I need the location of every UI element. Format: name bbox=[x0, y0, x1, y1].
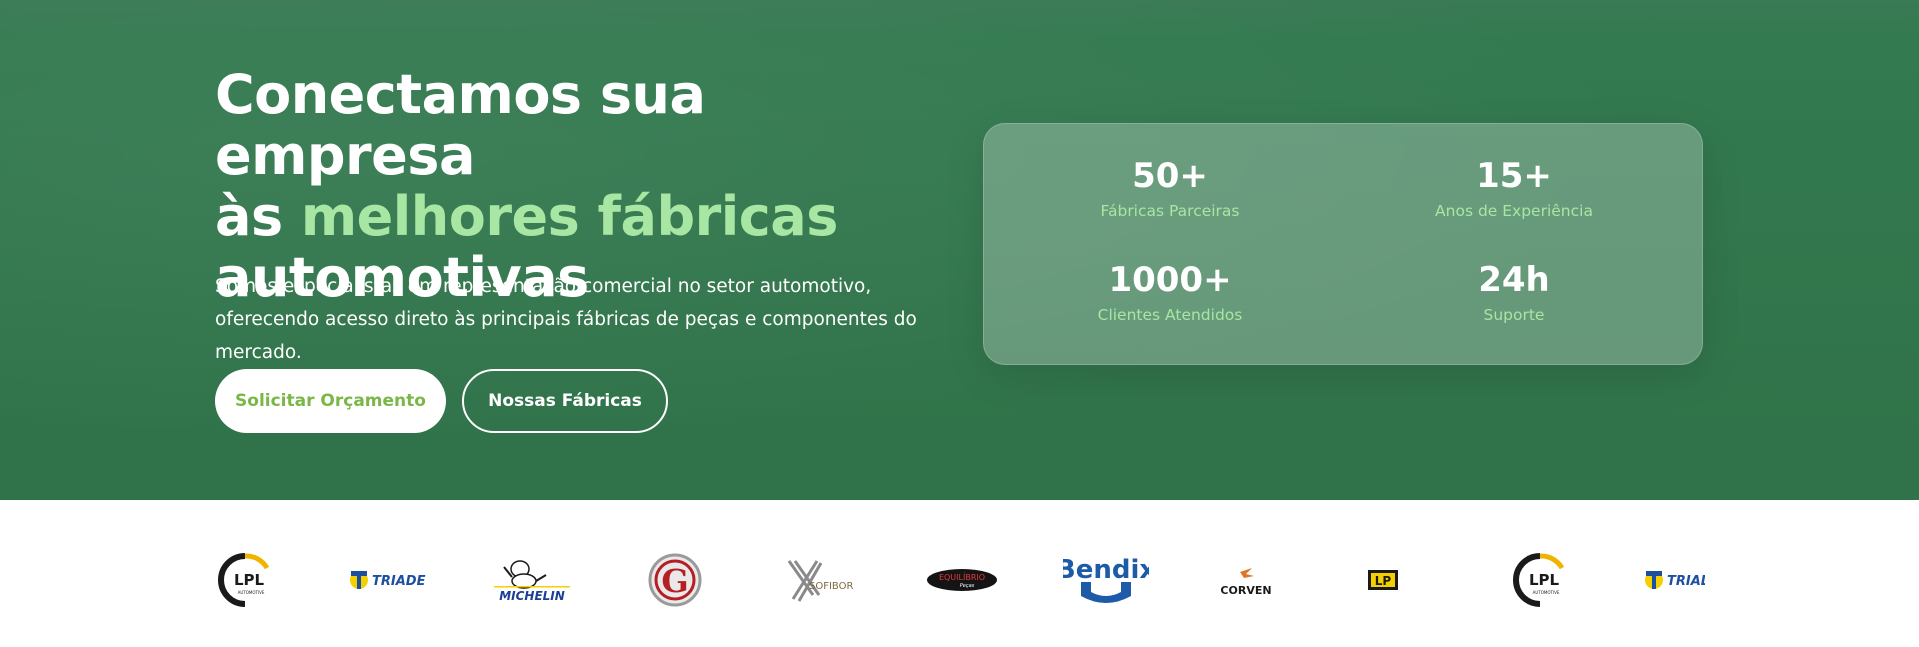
svg-text:SOFIBOR: SOFIBOR bbox=[809, 581, 853, 592]
hero-subtitle: Somos especialistas em representação com… bbox=[215, 276, 917, 363]
stat-value: 50+ bbox=[1132, 156, 1208, 196]
stat-label: Clientes Atendidos bbox=[1097, 306, 1243, 324]
our-factories-button[interactable]: Nossas Fábricas bbox=[462, 369, 668, 433]
svg-text:Peças: Peças bbox=[960, 583, 975, 589]
stat-value: 24h bbox=[1478, 260, 1550, 300]
svg-text:AUTOMOTIVE: AUTOMOTIVE bbox=[1533, 590, 1560, 595]
stat-label: Anos de Experiência bbox=[1435, 202, 1593, 220]
svg-text:LPL: LPL bbox=[234, 571, 265, 589]
svg-text:LPL: LPL bbox=[1529, 571, 1560, 589]
stat-factories: 50+ Fábricas Parceiras bbox=[1020, 156, 1320, 220]
headline-accent: melhores fábricas bbox=[300, 185, 838, 248]
svg-text:MICHELIN: MICHELIN bbox=[499, 589, 565, 603]
g-logo: G bbox=[642, 545, 708, 615]
corven-logo: CORVEN bbox=[1216, 545, 1276, 615]
stat-support: 24h Suporte bbox=[1364, 260, 1664, 324]
headline-line-1: Conectamos sua empresa bbox=[215, 63, 706, 187]
lpl-automotive-logo: LPL AUTOMOTIVE bbox=[215, 545, 275, 615]
stat-clients: 1000+ Clientes Atendidos bbox=[1020, 260, 1320, 324]
michelin-logo: MICHELIN bbox=[490, 545, 575, 615]
stat-value: 15+ bbox=[1476, 156, 1552, 196]
headline-prefix: às bbox=[215, 185, 301, 248]
sofibor-logo: SOFIBOR bbox=[781, 545, 856, 615]
triade-logo: TRIADE bbox=[348, 545, 428, 615]
svg-text:Bendix: Bendix bbox=[1063, 555, 1149, 585]
hero-section: Conectamos sua empresa às melhores fábri… bbox=[0, 0, 1919, 500]
stat-value: 1000+ bbox=[1108, 260, 1232, 300]
lpl-automotive-logo-2: LPL AUTOMOTIVE bbox=[1510, 545, 1570, 615]
svg-text:TRIADE: TRIADE bbox=[1667, 574, 1705, 589]
svg-text:G: G bbox=[661, 562, 688, 600]
svg-text:TRIADE: TRIADE bbox=[372, 574, 426, 589]
partner-logos-carousel: LPL AUTOMOTIVE TRIADE MICHELIN G SOFIBOR… bbox=[215, 545, 1705, 615]
svg-text:AUTOMOTIVE: AUTOMOTIVE bbox=[238, 590, 265, 595]
stat-experience: 15+ Anos de Experiência bbox=[1364, 156, 1664, 220]
svg-text:EQUILÍBRIO: EQUILÍBRIO bbox=[939, 571, 985, 582]
lp-logo: LP bbox=[1359, 545, 1407, 615]
svg-text:CORVEN: CORVEN bbox=[1220, 584, 1271, 597]
triade-logo-2: TRIADE bbox=[1643, 545, 1705, 615]
equilibrio-logo: EQUILÍBRIO Peças bbox=[925, 545, 999, 615]
hero-content: Conectamos sua empresa às melhores fábri… bbox=[215, 64, 1705, 444]
request-quote-button[interactable]: Solicitar Orçamento bbox=[215, 369, 446, 433]
svg-text:LP: LP bbox=[1375, 574, 1392, 588]
stats-card: 50+ Fábricas Parceiras 15+ Anos de Exper… bbox=[983, 123, 1703, 365]
stat-label: Fábricas Parceiras bbox=[1100, 202, 1240, 220]
bendix-logo: Bendix bbox=[1063, 545, 1149, 615]
stat-label: Suporte bbox=[1483, 306, 1545, 324]
